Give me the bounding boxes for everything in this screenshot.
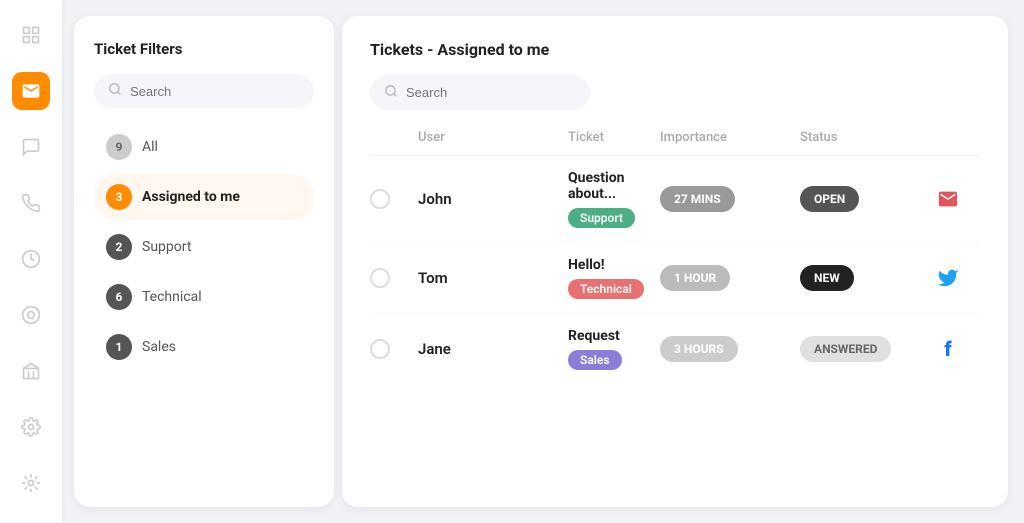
col-social: [930, 130, 980, 145]
col-ticket: Ticket: [568, 130, 660, 145]
twitter-icon: [930, 260, 966, 296]
user-name: Tom: [418, 269, 568, 287]
sidebar-icon-gear[interactable]: [12, 408, 50, 446]
main-panel-title: Tickets - Assigned to me: [370, 40, 980, 59]
sidebar-icon-circle[interactable]: [12, 296, 50, 334]
facebook-icon: f: [930, 331, 966, 367]
filter-item-support[interactable]: 2 Support: [94, 224, 314, 270]
filter-label-assigned: Assigned to me: [142, 189, 240, 205]
user-name: Jane: [418, 340, 568, 358]
filter-badge-support: 2: [106, 234, 132, 260]
ticket-title: Question about...: [568, 170, 660, 202]
filters-search-icon: [108, 82, 122, 100]
sidebar-icon-phone[interactable]: [12, 184, 50, 222]
importance-badge: 27 MINS: [660, 186, 735, 212]
status-cell: NEW: [800, 265, 930, 291]
email-icon: [930, 181, 966, 217]
ticket-info: Hello! Technical: [568, 257, 660, 299]
sidebar-icon-settings2[interactable]: [12, 464, 50, 502]
sidebar-icon-chat[interactable]: [12, 128, 50, 166]
ticket-tag: Technical: [568, 279, 644, 299]
col-status: Status: [800, 130, 930, 145]
app-container: Ticket Filters 9 All 3 Assigned to me: [0, 0, 1024, 523]
filter-item-technical[interactable]: 6 Technical: [94, 274, 314, 320]
ticket-info: Question about... Support: [568, 170, 660, 228]
main-panel: Tickets - Assigned to me User Ticket Imp…: [342, 16, 1008, 507]
col-checkbox: [370, 130, 418, 145]
importance-badge: 3 HOURS: [660, 336, 738, 362]
ticket-info: Request Sales: [568, 328, 660, 370]
filter-badge-all: 9: [106, 134, 132, 160]
user-name: John: [418, 190, 568, 208]
status-badge: NEW: [800, 265, 854, 291]
importance-cell: 27 MINS: [660, 186, 800, 212]
filters-search-box[interactable]: [94, 74, 314, 108]
filter-badge-sales: 1: [106, 334, 132, 360]
sidebar-icon-clock[interactable]: [12, 240, 50, 278]
importance-cell: 3 HOURS: [660, 336, 800, 362]
importance-badge: 1 HOUR: [660, 265, 730, 291]
filter-item-sales[interactable]: 1 Sales: [94, 324, 314, 370]
status-badge: ANSWERED: [800, 336, 891, 362]
status-cell: OPEN: [800, 186, 930, 212]
filters-panel-title: Ticket Filters: [94, 40, 314, 58]
status-cell: ANSWERED: [800, 336, 930, 362]
filter-label-support: Support: [142, 239, 191, 255]
ticket-tag: Support: [568, 208, 635, 228]
filter-list: 9 All 3 Assigned to me 2 Support 6 Techn…: [94, 124, 314, 370]
ticket-title: Hello!: [568, 257, 660, 273]
social-cell: f: [930, 331, 980, 367]
filter-label-all: All: [142, 139, 158, 155]
importance-cell: 1 HOUR: [660, 265, 800, 291]
tickets-table: User Ticket Importance Status John Quest…: [370, 126, 980, 483]
status-badge: OPEN: [800, 186, 859, 212]
col-user: User: [418, 130, 568, 145]
filters-search-input[interactable]: [130, 84, 300, 99]
table-row: John Question about... Support 27 MINS O…: [370, 156, 980, 243]
sidebar-icon-mail[interactable]: [12, 72, 50, 110]
social-cell: [930, 260, 980, 296]
tickets-search-input[interactable]: [406, 85, 576, 100]
sidebar-icon-grid[interactable]: [12, 16, 50, 54]
tickets-search-icon: [384, 83, 398, 102]
row-checkbox[interactable]: [370, 339, 418, 359]
col-importance: Importance: [660, 130, 800, 145]
ticket-tag: Sales: [568, 350, 622, 370]
filters-panel: Ticket Filters 9 All 3 Assigned to me: [74, 16, 334, 507]
filter-label-technical: Technical: [142, 289, 202, 305]
filter-badge-assigned: 3: [106, 184, 132, 210]
row-checkbox[interactable]: [370, 268, 418, 288]
table-header: User Ticket Importance Status: [370, 126, 980, 156]
filter-badge-technical: 6: [106, 284, 132, 310]
sidebar: [0, 0, 62, 523]
filter-item-assigned[interactable]: 3 Assigned to me: [94, 174, 314, 220]
filter-item-all[interactable]: 9 All: [94, 124, 314, 170]
tickets-search-box[interactable]: [370, 75, 590, 110]
sidebar-icon-building[interactable]: [12, 352, 50, 390]
table-row: Tom Hello! Technical 1 HOUR NEW: [370, 243, 980, 314]
table-row: Jane Request Sales 3 HOURS ANSWERED f: [370, 314, 980, 384]
ticket-title: Request: [568, 328, 660, 344]
row-checkbox[interactable]: [370, 189, 418, 209]
filter-label-sales: Sales: [142, 339, 176, 355]
social-cell: [930, 181, 980, 217]
